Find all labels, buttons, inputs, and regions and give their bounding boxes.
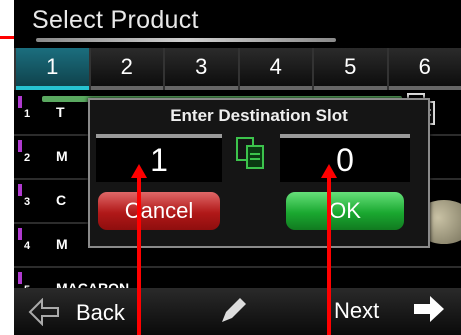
row-number: 1 — [24, 108, 31, 120]
back-arrow-icon[interactable] — [28, 297, 60, 333]
annotation-arrowhead-left — [131, 164, 147, 178]
slot-right-field[interactable]: 0 — [280, 134, 410, 182]
bottom-nav: Back Next — [14, 288, 461, 335]
annotation-arrow-left — [137, 176, 141, 335]
slot-left-value: 1 — [150, 142, 168, 178]
slot-right-value: 0 — [336, 142, 354, 178]
slot-left-field[interactable]: 1 — [96, 134, 222, 182]
cancel-button[interactable]: Cancel — [98, 192, 220, 230]
ok-button[interactable]: OK — [286, 192, 404, 230]
next-arrow-icon[interactable] — [412, 294, 446, 332]
copy-icon[interactable] — [229, 136, 273, 178]
row-marker — [18, 140, 22, 152]
tab-5[interactable]: 5 — [312, 48, 387, 90]
row-name: C — [56, 192, 67, 208]
pencil-icon[interactable] — [218, 294, 248, 334]
title-underline — [36, 38, 336, 42]
tab-4[interactable]: 4 — [237, 48, 312, 90]
row-number: 3 — [24, 196, 31, 208]
slot-tabs: 1 2 3 4 5 6 — [14, 48, 461, 90]
back-button[interactable]: Back — [76, 300, 125, 326]
page-title: Select Product — [32, 6, 199, 34]
row-name: T — [56, 104, 65, 120]
annotation-arrow-right — [327, 176, 331, 335]
row-marker — [18, 228, 22, 240]
tab-1[interactable]: 1 — [14, 48, 89, 90]
row-marker — [18, 184, 22, 196]
annotation-arrowhead-right — [321, 164, 337, 178]
row-name: M — [56, 148, 68, 164]
row-name: M — [56, 236, 68, 252]
device-screen: Select Product 1 2 3 4 5 6 1 T 2 M 3 C 4… — [14, 0, 461, 335]
tab-2[interactable]: 2 — [88, 48, 163, 90]
tab-6[interactable]: 6 — [386, 48, 461, 90]
row-number: 2 — [24, 152, 31, 164]
row-number: 4 — [24, 240, 31, 252]
tab-3[interactable]: 3 — [163, 48, 238, 90]
row-marker — [18, 272, 22, 284]
next-button[interactable]: Next — [334, 298, 379, 324]
row-marker — [18, 96, 22, 108]
dialog-title: Enter Destination Slot — [170, 106, 348, 125]
